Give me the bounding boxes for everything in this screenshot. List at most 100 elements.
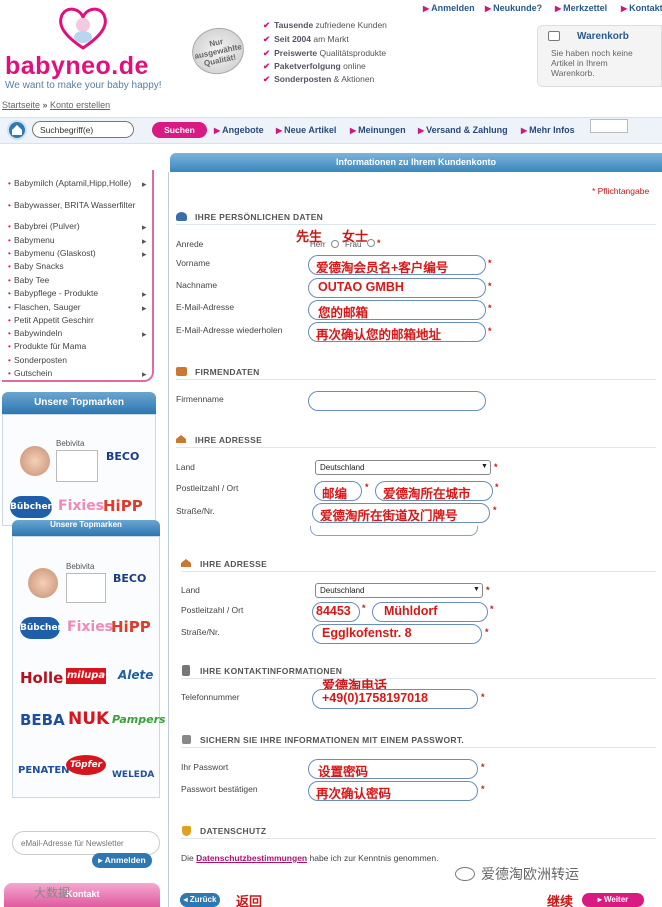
label-anrede: Anrede bbox=[176, 239, 204, 249]
brand-beco-logo[interactable]: BECO bbox=[113, 572, 146, 585]
broken-image-icon bbox=[590, 119, 628, 133]
strasse-value: Egglkofenstr. 8 bbox=[322, 626, 412, 640]
baby-photo[interactable] bbox=[20, 446, 50, 476]
watermark-bottom-left: 大数据 bbox=[34, 886, 71, 900]
brand-weleda-logo[interactable]: WELEDA bbox=[112, 770, 154, 780]
brand-bubchen-logo[interactable]: Bübchen bbox=[10, 496, 54, 518]
privacy-link[interactable]: Datenschutzbestimmungen bbox=[196, 853, 307, 863]
category-item[interactable]: Sonderposten bbox=[14, 355, 139, 366]
person-icon bbox=[176, 212, 187, 221]
brand-fixies-logo[interactable]: Fixies bbox=[58, 498, 104, 514]
nav-item-versand[interactable]: ▶ Versand & Zahlung bbox=[418, 125, 508, 135]
bullet-icon: • bbox=[8, 262, 11, 271]
category-item[interactable]: Babybrei (Pulver) bbox=[14, 221, 139, 232]
kontakt-panel-header[interactable]: Kontakt bbox=[4, 883, 160, 907]
section-address: IHRE ADRESSE bbox=[195, 435, 263, 445]
brand-hipp-logo[interactable]: HiPP bbox=[103, 497, 143, 515]
brand-fixies-logo[interactable]: Fixies bbox=[67, 619, 113, 635]
category-item[interactable]: Baby Snacks bbox=[14, 261, 139, 272]
required-star: * bbox=[494, 462, 498, 472]
brand-penaten-logo[interactable]: PENATEN bbox=[18, 765, 70, 776]
category-item[interactable]: Babymenu (Glaskost) bbox=[14, 248, 139, 259]
wishlist-link[interactable]: ▶ Merkzettel bbox=[555, 3, 607, 13]
chevron-right-icon: ▸ bbox=[142, 236, 147, 246]
login-link[interactable]: ▶ Anmelden bbox=[423, 3, 475, 13]
chevron-right-icon: ▸ bbox=[142, 249, 147, 259]
nav-item-mehr-infos[interactable]: ▶ Mehr Infos bbox=[521, 125, 575, 135]
divider bbox=[176, 379, 656, 380]
brand-nuk-logo[interactable]: NUK bbox=[68, 709, 109, 729]
category-item[interactable]: Baby Tee bbox=[14, 275, 139, 286]
brand-pampers-logo[interactable]: Pampers bbox=[112, 713, 166, 726]
annotation-back: 返回 bbox=[236, 895, 263, 907]
brand-bebivita-label[interactable]: Bebivita bbox=[66, 562, 94, 571]
brand-beba-logo[interactable]: BEBA bbox=[20, 711, 65, 729]
required-star: * bbox=[481, 784, 485, 794]
nav-item-neue-artikel[interactable]: ▶ Neue Artikel bbox=[276, 125, 336, 135]
category-item[interactable]: Babymilch (Aptamil,Hipp,Holle) bbox=[14, 178, 139, 189]
bullet-icon: • bbox=[8, 222, 11, 231]
brand-beco-logo[interactable]: BECO bbox=[106, 450, 139, 463]
next-button[interactable]: ▸ Weiter bbox=[582, 893, 644, 907]
country-select[interactable]: Deutschland bbox=[315, 460, 491, 475]
brand-milupa-logo[interactable]: milupa bbox=[66, 668, 106, 684]
new-customer-link[interactable]: ▶ Neukunde? bbox=[485, 3, 542, 13]
usp-item: ✔ Sonderposten & Aktionen bbox=[263, 74, 375, 84]
logo-text[interactable]: babyneo.de bbox=[5, 52, 149, 81]
topmarken-header: Unsere Topmarken bbox=[12, 520, 160, 536]
bullet-icon: • bbox=[8, 316, 11, 325]
required-star: * bbox=[488, 326, 492, 336]
logo-heart-icon bbox=[59, 7, 107, 50]
contact-link[interactable]: ▶ Kontakt bbox=[621, 3, 662, 13]
brand-bebivita-label[interactable]: Bebivita bbox=[56, 439, 84, 448]
newsletter-input[interactable] bbox=[12, 831, 160, 855]
required-star: * bbox=[488, 281, 492, 291]
bullet-icon: • bbox=[8, 289, 11, 298]
category-item[interactable]: Produkte für Mama bbox=[14, 341, 139, 352]
divider bbox=[176, 447, 656, 448]
label-land: Land bbox=[176, 462, 195, 472]
category-item[interactable]: Babymenu bbox=[14, 235, 139, 246]
category-item[interactable]: Flaschen, Sauger bbox=[14, 302, 139, 313]
newsletter-subscribe-button[interactable]: ▸ Anmelden bbox=[92, 853, 152, 868]
search-input[interactable] bbox=[32, 121, 134, 138]
broken-image-icon[interactable] bbox=[66, 573, 106, 603]
required-star: * bbox=[490, 604, 494, 614]
radio-frau[interactable] bbox=[367, 239, 375, 247]
brand-alete-logo[interactable]: Alete bbox=[118, 668, 153, 682]
brand-topfer-logo[interactable]: Töpfer bbox=[66, 755, 106, 775]
chevron-right-icon: ▸ bbox=[142, 369, 147, 379]
label-strasse: Straße/Nr. bbox=[176, 506, 215, 516]
annotation-next: 继续 bbox=[547, 895, 574, 907]
category-item[interactable]: Gutschein bbox=[14, 368, 139, 379]
bullet-icon: • bbox=[8, 236, 11, 245]
usp-item: ✔ Preiswerte Qualitätsprodukte bbox=[263, 48, 387, 58]
shield-icon bbox=[182, 826, 191, 836]
breadcrumb-home[interactable]: Startseite bbox=[2, 100, 40, 110]
category-item[interactable]: Babypflege - Produkte bbox=[14, 288, 139, 299]
firmenname-field[interactable] bbox=[308, 391, 486, 411]
cart-title[interactable]: Warenkorb bbox=[577, 31, 629, 42]
broken-image-icon[interactable] bbox=[56, 450, 98, 482]
lock-icon bbox=[182, 735, 191, 744]
brand-bubchen-logo[interactable]: Bübchen bbox=[20, 617, 64, 639]
nav-item-meinungen[interactable]: ▶ Meinungen bbox=[350, 125, 406, 135]
radio-herr[interactable] bbox=[331, 240, 339, 248]
label-nachname: Nachname bbox=[176, 280, 218, 290]
brand-hipp-logo[interactable]: HiPP bbox=[111, 618, 151, 636]
divider bbox=[181, 747, 656, 748]
brand-holle-logo[interactable]: Holle bbox=[20, 669, 63, 687]
breadcrumb-current[interactable]: Konto erstellen bbox=[50, 100, 110, 110]
category-item[interactable]: Babywindeln bbox=[14, 328, 139, 339]
home-icon[interactable] bbox=[7, 120, 27, 140]
category-item[interactable]: Petit Appetit Geschirr bbox=[14, 315, 139, 326]
search-button[interactable]: Suchen bbox=[152, 122, 207, 138]
nav-item-angebote[interactable]: ▶ Angebote bbox=[214, 125, 264, 135]
required-star: * bbox=[495, 482, 499, 492]
back-button[interactable]: ◂ Zurück bbox=[180, 893, 220, 907]
label-passwort: Ihr Passwort bbox=[181, 762, 229, 772]
category-item[interactable]: Babywasser, BRITA Wasserfilter bbox=[14, 200, 139, 211]
baby-photo[interactable] bbox=[28, 568, 58, 598]
country-select[interactable]: Deutschland bbox=[315, 583, 483, 598]
required-star: * bbox=[493, 505, 497, 515]
